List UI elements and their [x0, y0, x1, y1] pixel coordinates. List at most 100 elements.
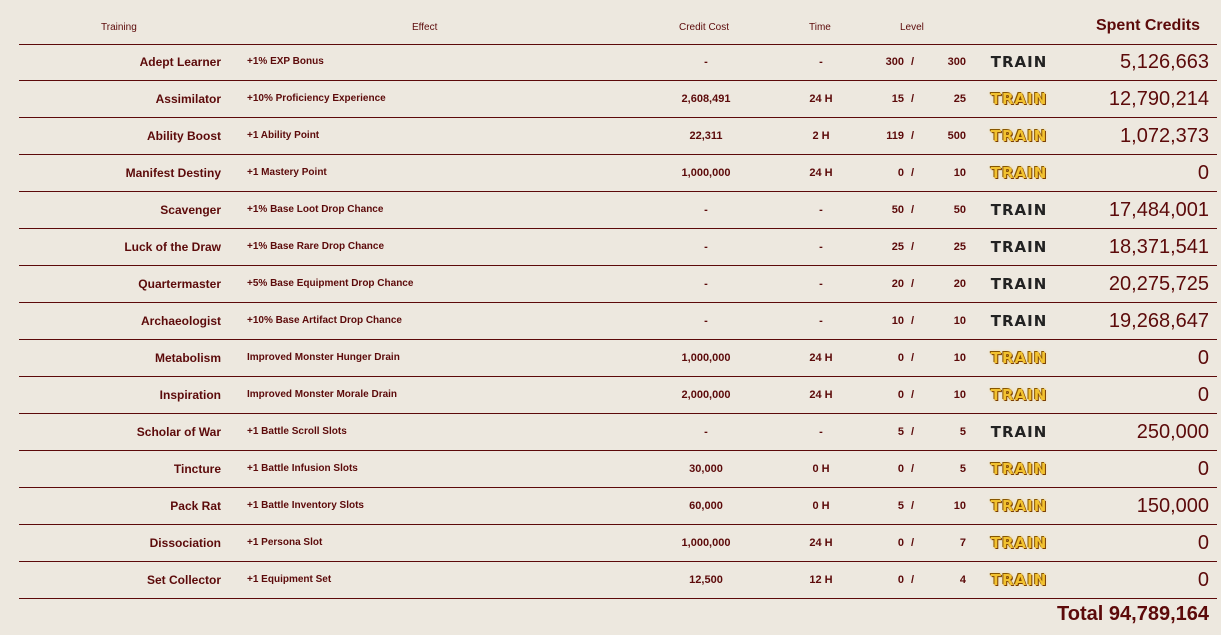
spent-credits: 12,790,214: [1108, 88, 1209, 110]
credit-cost: 1,000,000: [681, 537, 731, 549]
level-separator: /: [911, 500, 915, 512]
training-time: -: [819, 241, 823, 253]
train-button: TRAIN: [990, 200, 1048, 219]
training-time: -: [819, 315, 823, 327]
level-max: 10: [953, 352, 966, 364]
table-row: Quartermaster +5% Base Equipment Drop Cha…: [19, 266, 1217, 303]
table-row: Manifest Destiny +1 Mastery Point 1,000,00…: [19, 155, 1217, 192]
level-current: 5: [897, 426, 904, 438]
level-current: 119: [886, 130, 904, 142]
training-name: Luck of the Draw: [124, 240, 221, 254]
header-training: Training: [101, 22, 137, 33]
train-cell: TRAIN: [987, 81, 1051, 117]
table-row: Inspiration Improved Monster Morale Drain…: [19, 377, 1217, 414]
train-cell: TRAIN: [987, 303, 1051, 339]
training-time: 24 H: [809, 167, 833, 179]
train-button[interactable]: TRAIN: [991, 460, 1048, 478]
table-row: Metabolism Improved Monster Hunger Drain 1…: [19, 340, 1217, 377]
level-current: 10: [891, 315, 904, 327]
header-credit-cost: Credit Cost: [679, 22, 730, 33]
level-current: 0: [897, 463, 904, 475]
train-button[interactable]: TRAIN: [991, 534, 1048, 552]
train-button: TRAIN: [990, 52, 1048, 71]
level-current: 15: [891, 93, 904, 105]
level-max: 20: [953, 278, 966, 290]
training-effect: +1 Persona Slot: [247, 537, 323, 548]
table-row: Dissociation +1 Persona Slot 1,000,000 24 H…: [19, 525, 1217, 562]
train-button[interactable]: TRAIN: [991, 571, 1048, 589]
train-button[interactable]: TRAIN: [991, 349, 1048, 367]
training-page: Training Effect Credit Cost Time Level S…: [0, 0, 1221, 635]
level-max: 25: [953, 241, 966, 253]
level-current: 0: [897, 574, 904, 586]
training-effect: +1 Equipment Set: [247, 574, 332, 585]
level-current: 0: [897, 537, 904, 549]
training-name: Tincture: [173, 462, 221, 476]
training-effect: +1 Ability Point: [247, 130, 320, 141]
train-button[interactable]: TRAIN: [991, 90, 1048, 108]
train-cell: TRAIN: [987, 192, 1051, 228]
train-button: TRAIN: [990, 274, 1048, 293]
training-effect: Improved Monster Morale Drain: [247, 389, 398, 400]
level-max: 50: [953, 204, 966, 216]
header-effect: Effect: [412, 22, 438, 33]
training-name: Adept Learner: [139, 55, 221, 69]
header-level: Level: [900, 22, 924, 33]
training-name: Set Collector: [146, 573, 221, 587]
train-button: TRAIN: [990, 422, 1048, 441]
training-list: Adept Learner +1% EXP Bonus - - 300 / 300 TRAIN…: [19, 44, 1217, 599]
credit-cost: 30,000: [689, 463, 723, 475]
table-row: Scholar of War +1 Battle Scroll Slots - - 5 /…: [19, 414, 1217, 451]
training-time: 24 H: [809, 537, 833, 549]
level-current: 20: [891, 278, 904, 290]
training-effect: +1% EXP Bonus: [247, 56, 324, 67]
level-separator: /: [911, 426, 915, 438]
level-separator: /: [911, 167, 915, 179]
training-name: Metabolism: [154, 351, 221, 365]
credit-cost: -: [704, 315, 708, 327]
train-cell: TRAIN: [987, 451, 1051, 487]
training-effect: +1 Mastery Point: [247, 167, 327, 178]
level-separator: /: [911, 463, 915, 475]
table-row: Archaeologist +10% Base Artifact Drop Cha…: [19, 303, 1217, 340]
training-name: Pack Rat: [170, 499, 221, 513]
train-cell: TRAIN: [987, 377, 1051, 413]
level-max: 500: [947, 130, 966, 142]
credit-cost: 60,000: [689, 500, 723, 512]
spent-credits: 19,268,647: [1108, 310, 1209, 332]
level-max: 10: [953, 315, 966, 327]
level-separator: /: [911, 537, 915, 549]
training-effect: +5% Base Equipment Drop Chance: [247, 278, 414, 289]
train-button[interactable]: TRAIN: [991, 497, 1048, 515]
train-button[interactable]: TRAIN: [991, 386, 1048, 404]
training-time: -: [819, 426, 823, 438]
training-time: 12 H: [809, 574, 833, 586]
training-name: Ability Boost: [147, 129, 221, 143]
table-header: Training Effect Credit Cost Time Level S…: [19, 0, 1217, 45]
spent-credits: 250,000: [1136, 421, 1209, 443]
spent-credits: 20,275,725: [1108, 273, 1209, 295]
train-button[interactable]: TRAIN: [991, 164, 1048, 182]
spent-credits: 0: [1197, 347, 1209, 369]
level-separator: /: [911, 352, 915, 364]
train-cell: TRAIN: [987, 44, 1051, 80]
spent-credits: 1,072,373: [1120, 125, 1209, 147]
level-current: 5: [897, 500, 904, 512]
credit-cost: -: [704, 426, 708, 438]
train-cell: TRAIN: [987, 488, 1051, 524]
training-effect: +1% Base Rare Drop Chance: [247, 241, 385, 252]
level-max: 10: [953, 389, 966, 401]
level-separator: /: [911, 278, 915, 290]
training-effect: +1 Battle Inventory Slots: [247, 500, 364, 511]
training-effect: +1 Battle Infusion Slots: [247, 463, 358, 474]
header-spent-credits: Spent Credits: [1095, 17, 1200, 34]
table-row: Adept Learner +1% EXP Bonus - - 300 / 300 TRAIN…: [19, 44, 1217, 81]
level-max: 10: [953, 167, 966, 179]
credit-cost: 1,000,000: [681, 352, 731, 364]
train-button[interactable]: TRAIN: [991, 127, 1048, 145]
train-button: TRAIN: [990, 237, 1048, 256]
training-effect: +1 Battle Scroll Slots: [247, 426, 347, 437]
training-name: Scavenger: [160, 203, 221, 217]
table-row: Set Collector +1 Equipment Set 12,500 12 H 0…: [19, 562, 1217, 599]
training-time: 24 H: [809, 352, 833, 364]
